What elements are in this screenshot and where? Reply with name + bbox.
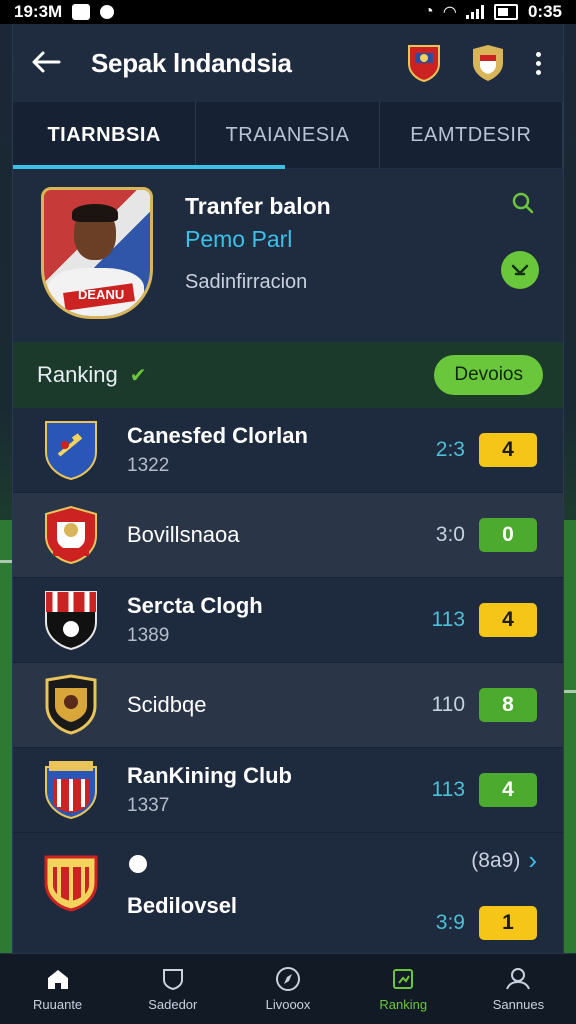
club-crest-icon [45,591,97,651]
club-crest-icon [45,761,97,820]
back-arrow-icon[interactable] [31,45,91,82]
rank-badge: 4 [479,773,537,807]
battery-icon [493,4,518,20]
tab-tiarnbsia[interactable]: TIARNBSIA [13,102,197,168]
club-name: Bedilovsel [127,893,238,918]
page-title: Sepak lndandsia [91,47,292,78]
main-panel: Sepak lndandsia TIARNBSIA TRAIANESIA EAM… [12,24,564,954]
featured-meta: Sadinfirracion [185,271,308,293]
list-item[interactable]: Bovillsnaoa 3:0 0 [13,493,563,578]
status-clock: 0:35 [527,2,562,21]
rank-badge: 1 [479,906,537,940]
club-crest-icon [45,674,97,735]
club-score: 110 [431,693,465,716]
nav-item-sadedor[interactable]: Sadedor [115,954,230,1024]
pitch-line [0,560,12,563]
list-item[interactable]: Sercta Clogh 1389 113 4 [13,578,563,663]
featured-transfer-card[interactable]: DEANU Tranfer balon Pemo Parl Sadinfirra… [13,169,563,342]
notification-icon [72,4,91,20]
status-bar: 19:3M ◔ ◠ 0:35 [0,0,576,24]
nav-label: Sannues [492,996,545,1012]
club-score: 2:3 [435,438,465,461]
checkmark-icon: ✔ [129,364,147,387]
club-name: RanKining Club [127,763,292,788]
rank-badge: 4 [479,433,537,467]
shield-outline-icon [160,967,186,991]
featured-title: Tranfer balon [185,193,331,219]
ranking-label: Ranking [37,362,118,387]
featured-subtitle: Pemo Parl [185,226,293,252]
club-score: 113 [431,608,465,631]
home-icon [45,967,71,991]
club-score: 113 [431,778,465,801]
club-score-secondary: 3:9 [435,911,465,934]
club-year: 1337 [127,795,170,816]
club-name: Bovillsnaoa [127,522,240,547]
nav-item-livooox[interactable]: Livooox [230,954,345,1024]
pitch-line [564,690,576,693]
club-name: Sercta Clogh [127,593,263,618]
club-crest-icon [45,505,97,565]
compass-icon [275,966,301,991]
tab-eamtdesir[interactable]: EAMTDESIR [380,102,563,168]
club-score: 3:0 [435,523,465,546]
club-ranking-list: Canesfed Clorlan 1322 2:3 4 Bovillsnaoa … [13,408,563,954]
rank-badge: 4 [479,603,537,637]
club-name: Scidbqe [127,692,207,717]
status-time: 19:3M [14,2,63,21]
more-options-icon[interactable] [531,51,545,75]
club-crest-icon [45,421,97,481]
list-item[interactable]: Scidbqe 110 8 [13,663,563,748]
ranking-action-button[interactable]: Devoios [434,355,543,395]
nav-label: Ruuante [33,996,83,1012]
club-score: (8a9) [471,848,521,872]
nav-item-ranking[interactable]: Ranking [346,954,461,1024]
signal-icon [465,5,484,19]
ranking-icon [390,967,416,991]
ranking-header: Ranking ✔ Devoios [13,342,563,408]
player-photo: DEANU [41,187,153,319]
featured-text: Tranfer balon Pemo Parl Sadinfirracion [185,193,331,342]
list-item[interactable]: Canesfed Clorlan 1322 2:3 4 [13,408,563,493]
profile-icon [505,967,531,991]
club-crest-icon [44,855,98,912]
rank-badge: 0 [479,518,537,552]
club-year: 1389 [127,625,170,646]
app-notification-icon [100,5,115,19]
federation-crest-icon[interactable] [407,43,441,83]
chevron-right-icon[interactable]: › [528,845,537,876]
nav-label: Ranking [379,996,428,1012]
league-crest-icon[interactable] [471,43,505,83]
nav-label: Sadedor [148,996,198,1012]
rank-badge: 8 [479,688,537,722]
club-name: Canesfed Clorlan [127,423,308,448]
list-item[interactable]: RanKining Club 1337 113 4 [13,748,563,833]
nfc-icon: ◔ [423,3,434,20]
info-dot-icon [129,855,147,873]
app-bar: Sepak lndandsia [13,24,563,102]
tab-bar: TIARNBSIA TRAIANESIA EAMTDESIR [13,102,563,169]
club-year: 1322 [127,455,170,476]
wifi-icon: ◠ [443,4,456,21]
search-icon[interactable] [511,191,535,220]
expand-chevron-icon[interactable] [501,251,539,289]
nav-label: Livooox [265,996,311,1012]
photo-shirt-text: DEANU [78,287,125,302]
tab-traianesia[interactable]: TRAIANESIA [196,102,380,168]
list-item[interactable]: Bedilovsel (8a9) › 3:9 1 [13,833,563,954]
nav-item-sannues[interactable]: Sannues [461,954,576,1024]
bottom-nav: Ruuante Sadedor Livooox Ranking Sannues [0,953,576,1024]
nav-item-home[interactable]: Ruuante [0,954,115,1024]
